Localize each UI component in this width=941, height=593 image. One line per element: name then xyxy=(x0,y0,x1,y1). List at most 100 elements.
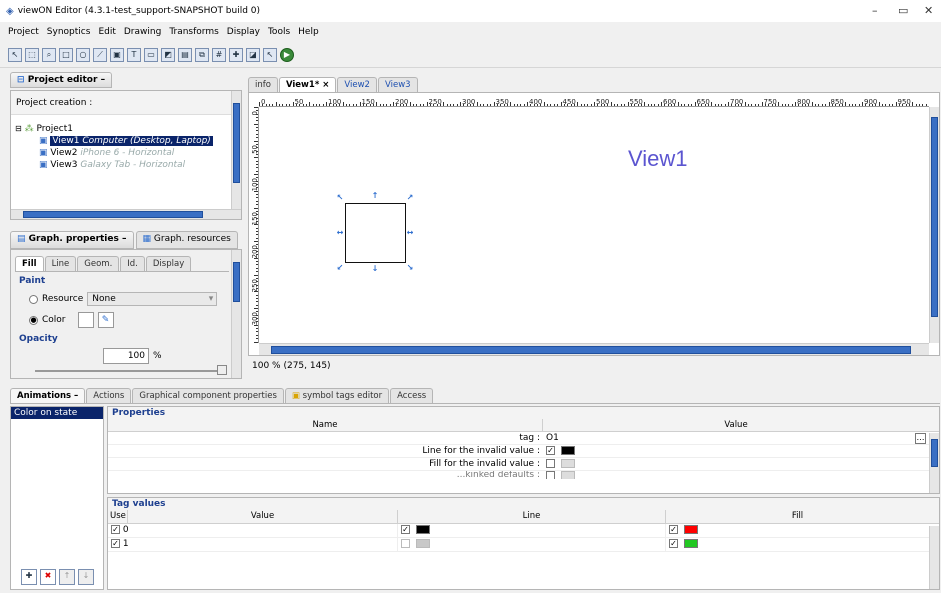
chart-tool-icon[interactable]: ▤ xyxy=(178,47,192,62)
resize-handle-se-icon[interactable]: ↘ xyxy=(406,264,414,272)
menu-transforms[interactable]: Transforms xyxy=(169,27,218,37)
line-color-swatch[interactable] xyxy=(415,525,430,534)
tag-browse-button[interactable]: … xyxy=(915,433,926,444)
subtab-line[interactable]: Line xyxy=(44,256,77,271)
tab-view3[interactable]: View3 xyxy=(377,77,418,92)
graph-resources-tab[interactable]: ▦ Graph. resources xyxy=(135,231,238,249)
tab-animations[interactable]: Animations – xyxy=(10,388,86,403)
fill-checkbox[interactable]: ✓ xyxy=(669,525,678,534)
collapse-icon[interactable]: – xyxy=(122,234,127,244)
tab-symbol-tags-editor[interactable]: ▣ symbol tags editor xyxy=(284,388,390,403)
fill-color-swatch[interactable] xyxy=(683,539,698,548)
image-tool-icon[interactable]: ▣ xyxy=(110,47,124,62)
delete-animation-icon[interactable]: ✖ xyxy=(40,569,56,585)
move-up-icon[interactable]: ↑ xyxy=(59,569,75,585)
fill-color-swatch[interactable] xyxy=(683,525,698,534)
canvas-hscroll[interactable] xyxy=(259,343,929,355)
color-radio[interactable]: ● xyxy=(29,315,38,325)
collapse-icon[interactable]: – xyxy=(74,391,78,401)
vscroll-thumb[interactable] xyxy=(233,262,240,302)
graph-properties-vscroll[interactable] xyxy=(231,250,241,378)
opacity-slider[interactable] xyxy=(35,365,227,375)
menu-synoptics[interactable]: Synoptics xyxy=(47,27,91,37)
run-icon[interactable]: ▶ xyxy=(280,47,294,62)
color-swatch[interactable] xyxy=(77,312,94,328)
menu-drawing[interactable]: Drawing xyxy=(124,27,161,37)
vscroll-thumb[interactable] xyxy=(931,117,938,317)
tab-info[interactable]: info xyxy=(248,77,278,92)
partial-checkbox[interactable] xyxy=(546,471,555,479)
animation-item-color-on-state[interactable]: Color on state xyxy=(11,407,103,419)
hscroll-thumb[interactable] xyxy=(271,346,911,354)
project-node[interactable]: ⊟ ⁂ Project1 xyxy=(15,123,213,135)
project-tree-hscroll[interactable] xyxy=(11,209,241,219)
resize-handle-sw-icon[interactable]: ↙ xyxy=(336,264,344,272)
resize-handle-w-icon[interactable]: ↔ xyxy=(336,229,344,237)
tab-view2[interactable]: View2 xyxy=(337,77,377,92)
fill-invalid-checkbox[interactable] xyxy=(546,459,555,468)
tab-actions[interactable]: Actions xyxy=(86,388,132,403)
line-invalid-color[interactable] xyxy=(560,446,575,455)
grid-tool-icon[interactable]: # xyxy=(212,47,226,62)
tab-access[interactable]: Access xyxy=(390,388,434,403)
resize-handle-ne-icon[interactable]: ↗ xyxy=(406,194,414,202)
subtab-fill[interactable]: Fill xyxy=(15,256,44,271)
minimize-button[interactable]: – xyxy=(872,4,878,17)
polyline-tool-icon[interactable]: ⟋ xyxy=(93,47,107,62)
tab-graphical-component-properties[interactable]: Graphical component properties xyxy=(132,388,284,403)
close-window-button[interactable]: ✕ xyxy=(924,4,933,17)
tree-view1[interactable]: ▣ View1 Computer (Desktop, Laptop) xyxy=(39,135,213,147)
subtab-geom[interactable]: Geom. xyxy=(77,256,120,271)
move-down-icon[interactable]: ↓ xyxy=(78,569,94,585)
tree-view2[interactable]: ▣ View2 iPhone 6 - Horizontal xyxy=(39,147,213,159)
snap-tool-icon[interactable]: ✚ xyxy=(229,47,243,62)
tag-values-vscroll[interactable] xyxy=(929,526,939,589)
color-picker-icon[interactable]: ✎ xyxy=(97,312,114,328)
vscroll-thumb[interactable] xyxy=(931,439,938,467)
add-animation-icon[interactable]: ✚ xyxy=(21,569,37,585)
pointer-tool-icon[interactable]: ↖ xyxy=(263,47,277,62)
line-invalid-checkbox[interactable]: ✓ xyxy=(546,446,555,455)
menu-edit[interactable]: Edit xyxy=(98,27,115,37)
tag-value-row[interactable]: ✓ 0 ✓ ✓ xyxy=(108,524,939,538)
resource-select[interactable]: None ▾ xyxy=(87,292,218,306)
hscroll-thumb[interactable] xyxy=(23,211,203,218)
field-tool-icon[interactable]: ▭ xyxy=(144,47,158,62)
drawing-canvas[interactable]: View1 ↖ ↑ ↗ ↔ ↔ ↙ ↓ ↘ xyxy=(260,108,929,343)
resize-handle-n-icon[interactable]: ↑ xyxy=(371,192,379,200)
menu-tools[interactable]: Tools xyxy=(268,27,290,37)
menu-display[interactable]: Display xyxy=(227,27,260,37)
resource-radio[interactable] xyxy=(29,294,38,304)
prop-tag-value[interactable]: O1 xyxy=(543,432,915,444)
collapse-tree-icon[interactable]: ⊟ xyxy=(15,124,22,133)
vscroll-thumb[interactable] xyxy=(233,103,240,183)
select-tool-icon[interactable]: ↖ xyxy=(8,47,22,62)
collapse-icon[interactable]: – xyxy=(101,75,106,85)
use-checkbox[interactable]: ✓ xyxy=(111,525,120,534)
menu-project[interactable]: Project xyxy=(8,27,39,37)
close-tab-icon[interactable]: × xyxy=(322,80,329,90)
fill-invalid-color[interactable] xyxy=(560,459,575,468)
project-editor-tab[interactable]: ⊟ Project editor – xyxy=(10,72,113,88)
canvas-vscroll[interactable] xyxy=(929,107,939,343)
project-tree-vscroll[interactable] xyxy=(231,91,241,209)
rectangle-tool-icon[interactable]: □ xyxy=(59,47,73,62)
tag-value-row[interactable]: ✓ 1 ✓ xyxy=(108,538,939,552)
tab-view1[interactable]: View1* × xyxy=(278,77,337,92)
resize-handle-nw-icon[interactable]: ↖ xyxy=(336,194,344,202)
opacity-input[interactable]: 100 xyxy=(103,348,149,364)
line-checkbox[interactable] xyxy=(401,539,410,548)
properties-vscroll[interactable] xyxy=(929,433,939,493)
use-checkbox[interactable]: ✓ xyxy=(111,539,120,548)
resize-handle-s-icon[interactable]: ↓ xyxy=(371,265,379,273)
slider-thumb-icon[interactable] xyxy=(217,365,227,375)
symbol-tool-icon[interactable]: ◩ xyxy=(161,47,175,62)
graph-properties-tab[interactable]: ▤ Graph. properties – xyxy=(10,231,134,249)
subtab-display[interactable]: Display xyxy=(145,256,192,271)
menu-help[interactable]: Help xyxy=(298,27,319,37)
line-color-swatch[interactable] xyxy=(415,539,430,548)
line-checkbox[interactable]: ✓ xyxy=(401,525,410,534)
text-tool-icon[interactable]: T xyxy=(127,47,141,62)
group-tool-icon[interactable]: ⧉ xyxy=(195,47,209,62)
maximize-button[interactable]: ▭ xyxy=(898,4,908,17)
